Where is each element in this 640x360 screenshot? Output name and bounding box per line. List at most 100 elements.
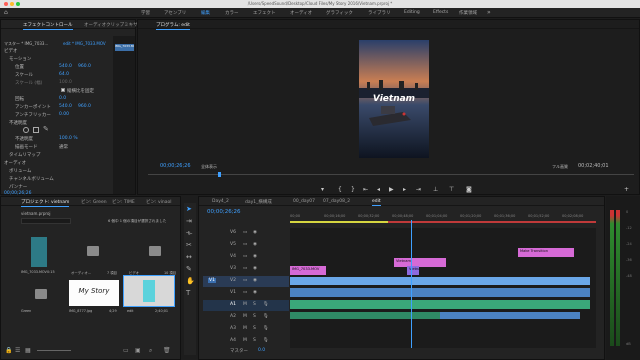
timeline-playhead[interactable] <box>411 220 412 348</box>
track-header-v5[interactable]: V5 ▭ ◉ <box>203 240 289 251</box>
source-patch-v1[interactable]: V1 <box>208 278 216 283</box>
selection-tool-icon[interactable]: ➤ <box>186 205 192 213</box>
razor-tool-icon[interactable]: ✂ <box>186 241 192 249</box>
mark-in-icon[interactable]: { <box>338 186 342 193</box>
clip-pink[interactable]: Make Transition <box>518 248 574 257</box>
solo-button[interactable]: S <box>253 338 256 343</box>
tab-bin-vinaol[interactable]: ビン: vinaol <box>146 199 171 205</box>
fx-channel-volume[interactable]: チャンネルボリューム <box>9 176 54 182</box>
button-editor-icon[interactable]: + <box>624 186 629 193</box>
clip-video-v1[interactable] <box>290 288 590 297</box>
sync-lock-icon[interactable]: ▭ <box>243 278 247 283</box>
project-item-4-name[interactable]: Green <box>21 309 31 313</box>
mic-icon[interactable]: 🎙 <box>263 338 269 343</box>
rotation-value[interactable]: 0.0 <box>59 96 66 101</box>
position-x[interactable]: 540.0 <box>59 64 72 69</box>
track-header-a1[interactable]: A1 M S 🎙 <box>203 300 289 311</box>
master-volume-value[interactable]: 0.0 <box>258 348 265 353</box>
sync-lock-icon[interactable]: ▭ <box>243 290 247 295</box>
clip-label[interactable]: edit * IMG_7033.MOV <box>63 41 106 46</box>
fx-panner[interactable]: パンナー <box>9 184 27 190</box>
solo-button[interactable]: S <box>253 302 256 307</box>
tab-seq-edit[interactable]: edit <box>372 199 381 206</box>
project-item-2-name[interactable]: オーディオ... <box>71 270 91 275</box>
fx-motion[interactable]: モーション <box>9 56 31 62</box>
flicker-value[interactable]: 0.00 <box>59 112 69 117</box>
clip-audio-a1[interactable] <box>290 300 590 309</box>
workspace-tab-learn[interactable]: 学習 <box>141 10 150 16</box>
fx-time-remap[interactable]: タイムリマップ <box>9 152 40 158</box>
position-y[interactable]: 960.0 <box>78 64 91 69</box>
go-to-out-icon[interactable]: ⇥ <box>416 186 421 193</box>
eye-icon[interactable]: ◉ <box>253 242 257 247</box>
program-playhead[interactable] <box>218 172 221 177</box>
workspace-tab-edit[interactable]: 編集 <box>201 10 210 16</box>
find-icon[interactable]: ⌕ <box>149 347 152 355</box>
tab-seq-day4[interactable]: Day4_2 <box>212 199 229 204</box>
solo-button[interactable]: S <box>253 314 256 319</box>
anchor-x[interactable]: 540.0 <box>59 104 72 109</box>
track-header-a3[interactable]: A3 M S 🎙 <box>203 324 289 335</box>
source-label[interactable]: マスター * IMG_7033... <box>4 41 48 47</box>
scale-value[interactable]: 64.0 <box>59 72 69 77</box>
pen-mask-icon[interactable]: ✎ <box>43 125 49 133</box>
clip-pink[interactable]: Vietnam <box>394 258 446 267</box>
track-header-v1[interactable]: V1 ▭ ◉ <box>203 288 289 299</box>
mute-button[interactable]: M <box>243 314 247 319</box>
project-item-6-name[interactable]: edit <box>127 309 134 313</box>
mic-icon[interactable]: 🎙 <box>263 302 269 307</box>
fx-opacity[interactable]: 不透明度 <box>9 120 27 126</box>
eye-icon[interactable]: ◉ <box>253 254 257 259</box>
workspace-tab-effects-en[interactable]: Effects <box>433 10 448 15</box>
sync-lock-icon[interactable]: ▭ <box>243 254 247 259</box>
sync-lock-icon[interactable]: ▭ <box>243 242 247 247</box>
play-icon[interactable]: ▶ <box>389 186 394 193</box>
workspace-tab-graphics[interactable]: グラフィック <box>326 10 353 16</box>
thumbnail-size-slider[interactable] <box>37 350 71 351</box>
workspace-tab-effects[interactable]: エフェクト <box>253 10 276 16</box>
step-forward-icon[interactable]: ▸ <box>403 186 406 193</box>
track-select-tool-icon[interactable]: ⇥ <box>186 217 192 225</box>
work-area-bar[interactable] <box>290 221 388 223</box>
eye-icon[interactable]: ◉ <box>253 290 257 295</box>
track-header-v3[interactable]: V3 ▭ ◉ <box>203 264 289 275</box>
trash-icon[interactable]: 🗑 <box>163 347 171 354</box>
tab-effect-controls[interactable]: エフェクトコントロール <box>23 22 73 30</box>
zoom-select[interactable]: 全体表示 <box>201 164 217 170</box>
lock-icon[interactable]: 🔒 <box>5 347 12 354</box>
tab-program[interactable]: プログラム: edit <box>156 22 190 30</box>
workspace-tab-color[interactable]: カラー <box>225 10 239 16</box>
new-item-icon[interactable]: ▣ <box>135 347 141 354</box>
project-item-1-name[interactable]: IMG_7033.MOV <box>21 270 47 274</box>
tab-bin-time[interactable]: ビン: TIME <box>112 199 135 205</box>
more-workspaces-icon[interactable]: » <box>487 9 491 16</box>
workspace-tab-assembly[interactable]: アセンブリ <box>164 10 186 16</box>
fx-volume[interactable]: ボリューム <box>9 168 31 174</box>
new-bin-icon[interactable]: ▭ <box>123 347 129 354</box>
quality-select[interactable]: フル画質 <box>552 164 568 170</box>
timeline-timecode[interactable]: 00;00;26;26 <box>207 209 241 215</box>
eye-icon[interactable]: ◉ <box>253 230 257 235</box>
clip-purple[interactable]: Vietnam <box>407 266 419 275</box>
tab-audio-clip-mixer[interactable]: オーディオクリップミキサー <box>84 22 142 28</box>
ripple-edit-tool-icon[interactable]: ⟛ <box>186 229 192 238</box>
workspace-tab-custom[interactable]: 作業領域 <box>459 10 477 16</box>
uniform-scale-checkbox[interactable] <box>61 88 65 92</box>
folder-icon[interactable] <box>35 289 47 299</box>
workspace-tab-editing[interactable]: Editing <box>404 10 420 15</box>
project-item-clip-thumb[interactable] <box>31 237 47 267</box>
slip-tool-icon[interactable]: ↔ <box>186 253 192 261</box>
mark-out-icon[interactable]: } <box>351 186 355 193</box>
track-header-v4[interactable]: V4 ▭ ◉ <box>203 252 289 263</box>
list-view-icon[interactable]: ☰ <box>15 347 20 354</box>
lift-icon[interactable]: ⊥ <box>433 186 438 193</box>
tab-seq-day07[interactable]: 00_day07 <box>293 199 315 204</box>
tab-project[interactable]: プロジェクト: vietnam <box>21 199 70 207</box>
clip-pink[interactable]: IMG_7033.MOV <box>290 266 326 275</box>
solo-button[interactable]: S <box>253 326 256 331</box>
icon-view-icon[interactable]: ▦ <box>25 347 31 354</box>
extract-icon[interactable]: ⊤ <box>449 186 454 193</box>
tab-bin-green[interactable]: ビン: Green <box>81 199 107 205</box>
track-header-v2[interactable]: V1 V2 ▭ ◉ <box>203 276 289 287</box>
track-header-a2[interactable]: A2 M S 🎙 <box>203 312 289 323</box>
